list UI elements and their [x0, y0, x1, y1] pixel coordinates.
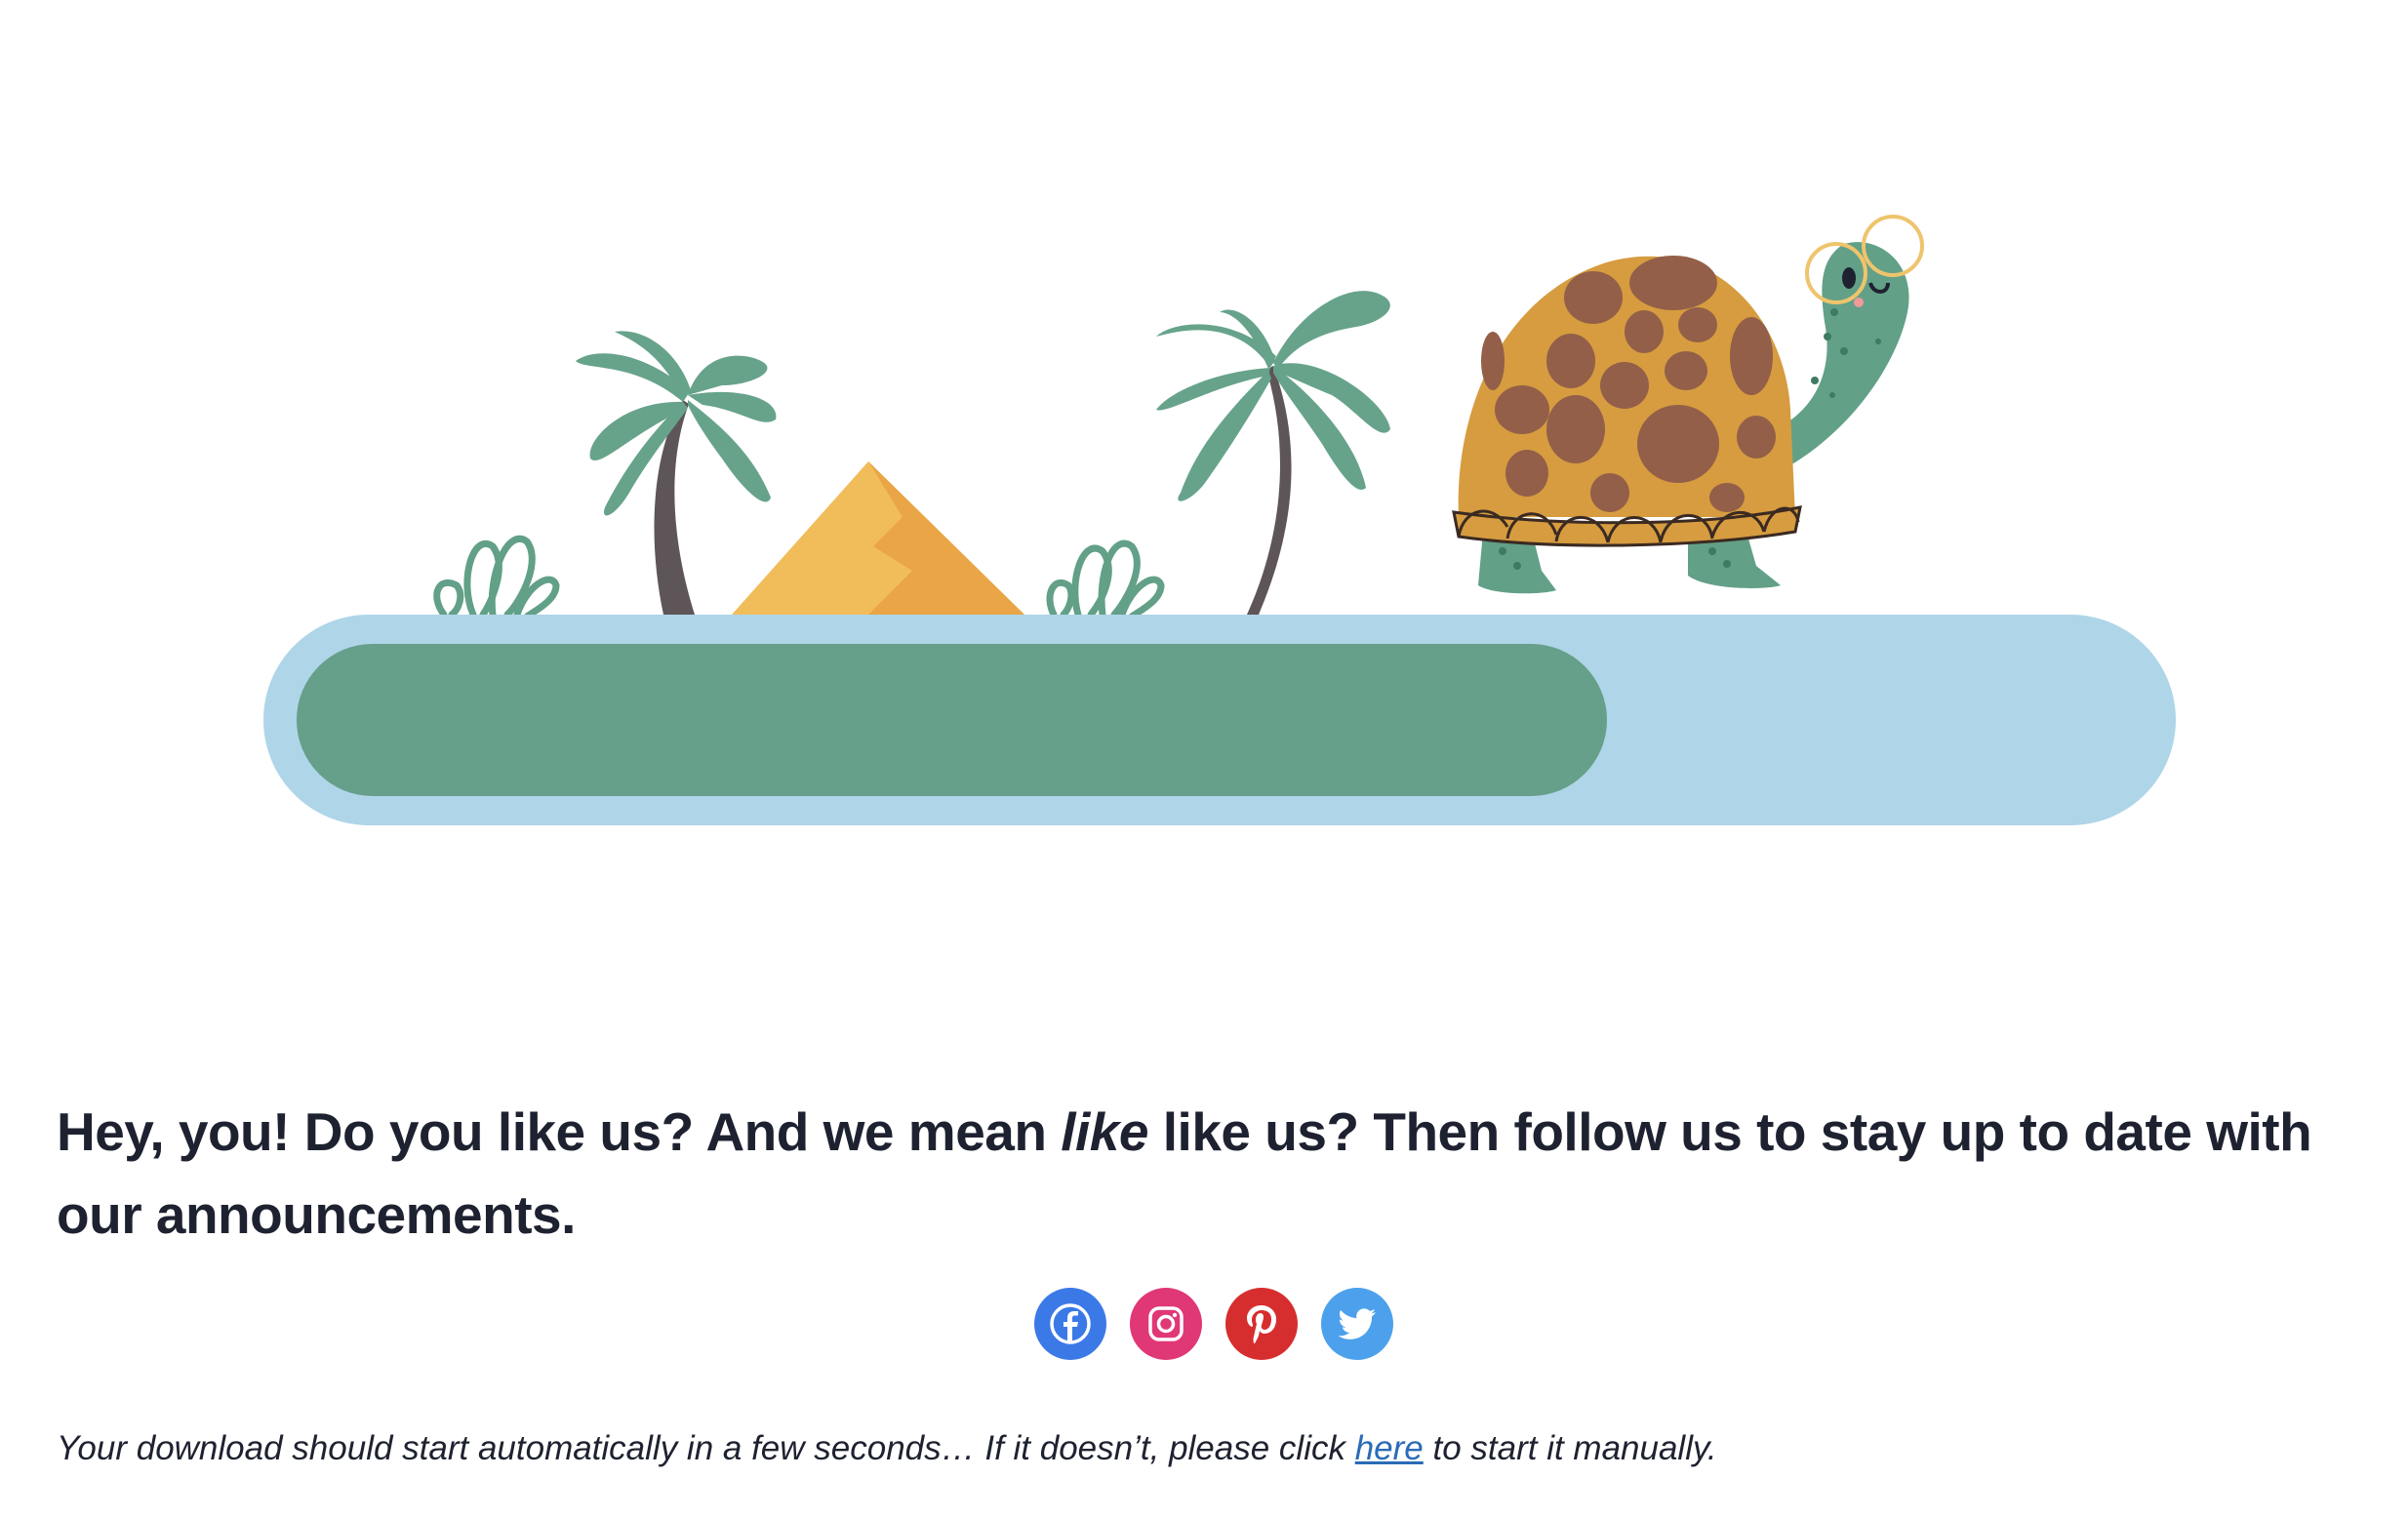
download-note-text-end: to start it manually. [1423, 1429, 1717, 1467]
facebook-link[interactable] [1034, 1288, 1106, 1360]
headline-part1: Hey, you! Do you like us? And we mean [57, 1101, 1062, 1162]
twitter-link[interactable] [1321, 1288, 1393, 1360]
headline-emphasis: like [1061, 1101, 1148, 1162]
turtle-progress-scene [263, 215, 2176, 825]
pinterest-link[interactable] [1225, 1288, 1298, 1360]
pinterest-icon [1247, 1305, 1276, 1343]
manual-download-link[interactable]: here [1355, 1429, 1424, 1467]
bush-icon [1046, 539, 1165, 620]
download-page: Hey, you! Do you like us? And we mean li… [0, 0, 2408, 1518]
social-links [1034, 1288, 1393, 1360]
progress-fill [297, 644, 1607, 796]
facebook-icon [1050, 1303, 1091, 1344]
instagram-link[interactable] [1130, 1288, 1202, 1360]
download-progress-bar [263, 615, 2176, 825]
pyramid-icon [732, 461, 1024, 615]
download-note: Your download should start automatically… [57, 1424, 1717, 1473]
palm-tree-icon [576, 331, 777, 615]
page-headline: Hey, you! Do you like us? And we mean li… [57, 1091, 2359, 1257]
palm-tree-icon [1156, 291, 1390, 615]
turtle-icon [1452, 215, 1924, 594]
twitter-icon [1338, 1308, 1376, 1339]
hero-illustration [0, 0, 2408, 859]
instagram-icon [1148, 1306, 1184, 1341]
download-note-text: Your download should start automatically… [57, 1429, 1355, 1467]
bush-icon [433, 535, 560, 620]
